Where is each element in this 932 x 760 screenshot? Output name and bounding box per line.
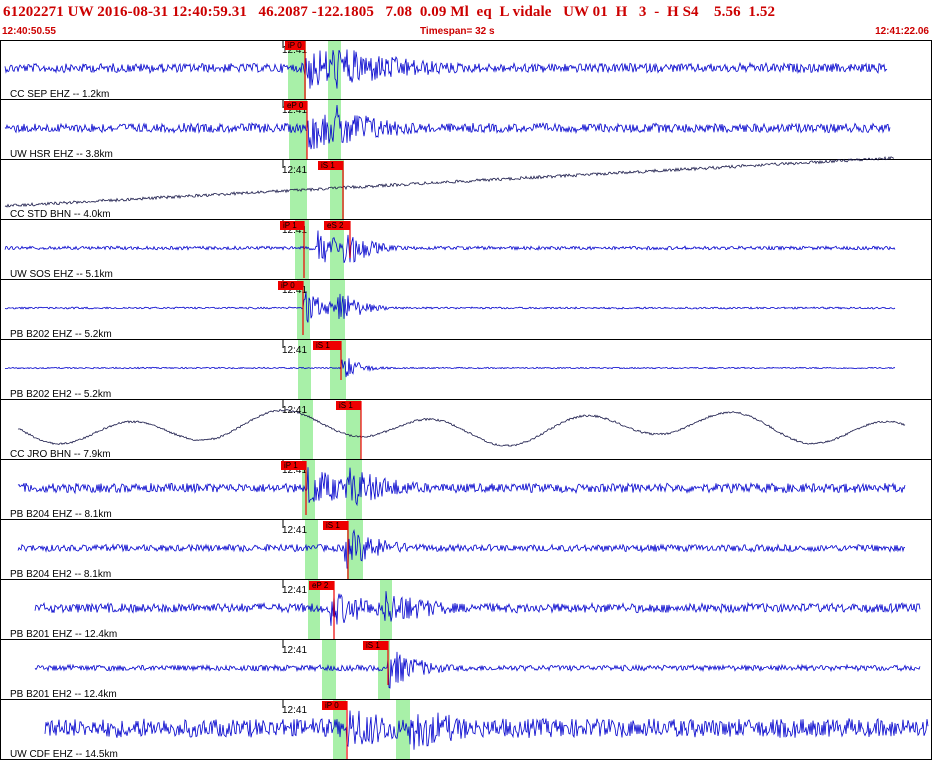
event-summary-line: 61202271 UW 2016-08-31 12:40:59.31 46.20… (3, 4, 776, 20)
phase-window (330, 280, 345, 340)
station-label: PB B202 EHZ -- 5.2km (10, 329, 112, 340)
start-time: 12:40:50.55 (2, 26, 56, 37)
station-label: CC SEP EHZ -- 1.2km (10, 89, 109, 100)
waveform-trace (4, 156, 895, 208)
pick-label: eP 2 (312, 581, 329, 590)
pick-label: iP 0 (325, 701, 339, 710)
station-label: CC JRO BHN -- 7.9km (10, 449, 111, 460)
phase-window (380, 580, 392, 640)
channel-row[interactable]: 12:41iP 1PB B204 EHZ -- 8.1km (0, 460, 932, 520)
time-tick-label: 12:41 (282, 165, 307, 176)
waveform-trace (17, 409, 906, 447)
pick-label: iP 0 (288, 41, 302, 50)
waveform-trace (17, 467, 906, 507)
waveform-trace (4, 230, 896, 264)
waveform-trace (17, 529, 906, 569)
waveform-trace (4, 49, 888, 89)
pick-label: iS 1 (339, 401, 353, 410)
pick-label: iS 1 (316, 341, 330, 350)
station-label: PB B204 EH2 -- 8.1km (10, 569, 111, 580)
pick-label: iS 1 (366, 641, 380, 650)
phase-window (322, 640, 336, 700)
station-label: PB B201 EHZ -- 12.4km (10, 629, 117, 640)
channel-row[interactable]: 12:41 iS 1 PB B202 EH2 -- 5.2km (0, 340, 932, 400)
channel-row[interactable]: 12:41 iS 1 PB B201 EH2 -- 12.4km (0, 640, 932, 700)
channel-row[interactable]: 12:41eP 0UW HSR EHZ -- 3.8km (0, 100, 932, 160)
station-label: UW CDF EHZ -- 14.5km (10, 749, 118, 760)
waveform-trace (34, 591, 921, 626)
station-label: PB B201 EH2 -- 12.4km (10, 689, 117, 700)
pick-label: eS 2 (327, 221, 344, 230)
station-label: UW HSR EHZ -- 3.8km (10, 149, 113, 160)
station-label: PB B204 EHZ -- 8.1km (10, 509, 112, 520)
channel-row[interactable]: 12:41 iP 0 UW CDF EHZ -- 14.5km (0, 700, 932, 760)
end-time: 12:41:22.06 (875, 26, 929, 37)
waveform-trace (4, 104, 891, 150)
channel-row[interactable]: 12:41iP 1 eS 2UW SOS EHZ -- 5.1km (0, 220, 932, 280)
station-label: CC STD BHN -- 4.0km (10, 209, 111, 220)
time-tick-label: 12:41 (282, 525, 307, 536)
seismogram-panel[interactable]: 12:41 iP 0 CC SEP EHZ -- 1.2km 12:41 eP 0 UW … (0, 40, 932, 760)
waveform-trace (34, 651, 921, 689)
station-label: PB B202 EH2 -- 5.2km (10, 389, 111, 400)
waveform-trace (4, 291, 896, 323)
pick-label: eP 0 (287, 101, 304, 110)
time-tick-label: 12:41 (282, 405, 307, 416)
waveform-trace (4, 358, 896, 378)
timespan-label: Timespan= 32 s (420, 26, 495, 37)
channel-row[interactable]: 12:41iP 0CC SEP EHZ -- 1.2km (0, 40, 932, 100)
pick-label: iP 1 (283, 221, 297, 230)
channel-row[interactable]: 12:41 iS 1 CC STD BHN -- 4.0km (0, 156, 932, 220)
time-tick-label: 12:41 (282, 345, 307, 356)
pick-label: iP 0 (281, 281, 295, 290)
pick-label: iS 1 (321, 161, 335, 170)
channel-row[interactable]: 12:41 iS 1 CC JRO BHN -- 7.9km (0, 400, 932, 460)
waveform-trace (44, 710, 929, 750)
pick-label: iS 1 (326, 521, 340, 530)
pick-label: iP 1 (284, 461, 298, 470)
phase-window (328, 100, 341, 160)
event-header: 61202271 UW 2016-08-31 12:40:59.31 46.20… (0, 0, 932, 40)
channel-row[interactable]: 12:41iP 0PB B202 EHZ -- 5.2km (0, 280, 932, 340)
channel-row[interactable]: 12:41 eP 2 PB B201 EHZ -- 12.4km (0, 580, 932, 640)
time-tick-label: 12:41 (282, 585, 307, 596)
station-label: UW SOS EHZ -- 5.1km (10, 269, 113, 280)
channel-row[interactable]: 12:41 iS 1 PB B204 EH2 -- 8.1km (0, 520, 932, 580)
time-tick-label: 12:41 (282, 705, 307, 716)
time-tick-label: 12:41 (282, 645, 307, 656)
